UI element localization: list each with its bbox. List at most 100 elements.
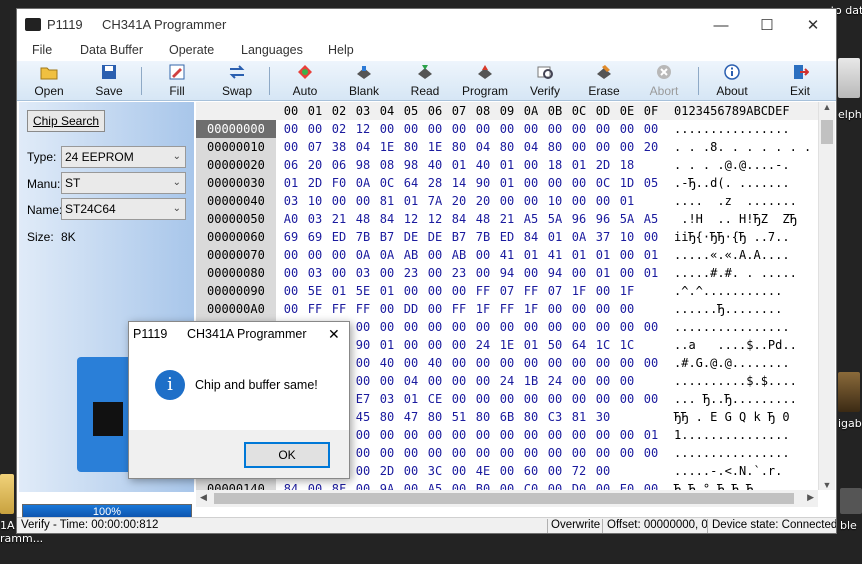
hex-byte[interactable]: 00	[399, 462, 423, 480]
hex-byte[interactable]: 04	[351, 138, 375, 156]
hex-byte[interactable]: 80	[519, 408, 543, 426]
hex-byte[interactable]: 00	[423, 282, 447, 300]
hex-byte[interactable]: 00	[567, 354, 591, 372]
hex-byte[interactable]: 00	[327, 246, 351, 264]
hex-byte[interactable]: 00	[423, 426, 447, 444]
hex-byte[interactable]: B7	[447, 228, 471, 246]
hex-byte[interactable]: 1D	[615, 174, 639, 192]
hex-byte[interactable]: 60	[519, 462, 543, 480]
hex-byte[interactable]: 7B	[351, 228, 375, 246]
hex-byte[interactable]: 00	[543, 354, 567, 372]
hex-byte[interactable]: 80	[399, 138, 423, 156]
hex-byte[interactable]: 00	[519, 192, 543, 210]
hex-byte[interactable]: 00	[639, 354, 663, 372]
menu-file[interactable]: File	[32, 43, 52, 57]
hex-byte[interactable]: 14	[447, 174, 471, 192]
hex-byte[interactable]: 12	[351, 120, 375, 138]
hex-ascii[interactable]: .^.^...........	[674, 282, 782, 300]
hex-byte[interactable]: 81	[567, 408, 591, 426]
hex-byte[interactable]: 00	[375, 426, 399, 444]
hex-byte[interactable]: 80	[447, 138, 471, 156]
hex-ascii[interactable]: iiЂ{·ЂЂ·{Ђ ..7..	[674, 228, 790, 246]
hex-byte[interactable]: E7	[351, 390, 375, 408]
hex-byte[interactable]: 00	[615, 120, 639, 138]
hex-byte[interactable]: 00	[279, 300, 303, 318]
hex-ascii[interactable]: .... .z .......	[674, 192, 797, 210]
hex-byte[interactable]: 23	[399, 264, 423, 282]
hex-byte[interactable]: 28	[423, 174, 447, 192]
hex-byte[interactable]: 64	[567, 336, 591, 354]
hex-byte[interactable]: 00	[423, 318, 447, 336]
hex-byte[interactable]: 00	[351, 462, 375, 480]
hex-byte[interactable]: ED	[495, 228, 519, 246]
hex-byte[interactable]: 00	[399, 480, 423, 490]
hex-byte[interactable]: 1F	[471, 300, 495, 318]
hex-byte[interactable]: 01	[591, 264, 615, 282]
hex-byte[interactable]: 00	[399, 282, 423, 300]
hex-byte[interactable]: 00	[543, 444, 567, 462]
hex-byte[interactable]: 01	[639, 426, 663, 444]
hex-ascii[interactable]: .....«.«.A.A....	[674, 246, 790, 264]
hex-byte[interactable]: FF	[447, 300, 471, 318]
hex-byte[interactable]: 18	[543, 156, 567, 174]
hex-byte[interactable]: 07	[543, 282, 567, 300]
hex-byte[interactable]: 00	[471, 354, 495, 372]
hex-byte[interactable]: 00	[351, 426, 375, 444]
desktop-file-icon[interactable]	[838, 58, 860, 98]
hex-byte[interactable]: 41	[495, 246, 519, 264]
hex-byte[interactable]: 01	[375, 282, 399, 300]
hex-byte[interactable]: DE	[423, 228, 447, 246]
hex-byte[interactable]: 0A	[567, 228, 591, 246]
hex-byte[interactable]: 00	[447, 336, 471, 354]
hex-byte[interactable]: 98	[399, 156, 423, 174]
hex-byte[interactable]: D0	[567, 480, 591, 490]
hex-byte[interactable]: 01	[639, 264, 663, 282]
hex-byte[interactable]: 00	[543, 174, 567, 192]
hex-byte[interactable]: 2D	[375, 462, 399, 480]
hex-byte[interactable]: 07	[495, 282, 519, 300]
hex-byte[interactable]: 01	[399, 390, 423, 408]
hex-byte[interactable]: 20	[303, 156, 327, 174]
hex-byte[interactable]: 00	[495, 444, 519, 462]
hex-byte[interactable]: 84	[375, 210, 399, 228]
hex-byte[interactable]: 00	[495, 462, 519, 480]
menu-help[interactable]: Help	[328, 43, 354, 57]
about-button[interactable]: About	[712, 61, 752, 101]
hex-ascii[interactable]: .#.G.@.@........	[674, 354, 790, 372]
vertical-scrollbar[interactable]: ▲ ▼	[818, 102, 835, 490]
hex-ascii[interactable]: ... Ђ..Ђ.........	[674, 390, 797, 408]
hex-byte[interactable]: 01	[543, 228, 567, 246]
hex-byte[interactable]: 0A	[351, 174, 375, 192]
hex-byte[interactable]: FF	[471, 282, 495, 300]
hex-byte[interactable]: 00	[591, 192, 615, 210]
hex-byte[interactable]: A0	[279, 210, 303, 228]
open-button[interactable]: Open	[29, 61, 69, 101]
read-button[interactable]: Read	[405, 61, 445, 101]
hex-byte[interactable]: 2D	[303, 174, 327, 192]
hex-byte[interactable]: 00	[471, 390, 495, 408]
hex-byte[interactable]: 01	[495, 174, 519, 192]
hex-byte[interactable]: 00	[519, 156, 543, 174]
hex-byte[interactable]: 00	[423, 336, 447, 354]
hex-byte[interactable]: 00	[279, 246, 303, 264]
hex-byte[interactable]: 2D	[591, 156, 615, 174]
hex-byte[interactable]: 00	[375, 318, 399, 336]
hex-byte[interactable]: FF	[327, 300, 351, 318]
hex-byte[interactable]: 00	[351, 444, 375, 462]
hex-byte[interactable]: AB	[447, 246, 471, 264]
hex-ascii[interactable]: ................	[674, 318, 790, 336]
hex-byte[interactable]: 24	[471, 336, 495, 354]
hex-byte[interactable]: 00	[303, 480, 327, 490]
hex-byte[interactable]: 37	[591, 228, 615, 246]
hex-byte[interactable]: 00	[591, 120, 615, 138]
hex-byte[interactable]: 00	[423, 246, 447, 264]
hex-ascii[interactable]: .....#.#. . .....	[674, 264, 797, 282]
hex-byte[interactable]: 06	[279, 156, 303, 174]
hex-byte[interactable]: 00	[471, 426, 495, 444]
hex-byte[interactable]: 10	[303, 192, 327, 210]
auto-button[interactable]: Auto	[285, 61, 325, 101]
hex-byte[interactable]: 05	[639, 174, 663, 192]
hex-byte[interactable]: 00	[615, 372, 639, 390]
hex-byte[interactable]: 04	[471, 138, 495, 156]
hex-byte[interactable]: 00	[399, 354, 423, 372]
